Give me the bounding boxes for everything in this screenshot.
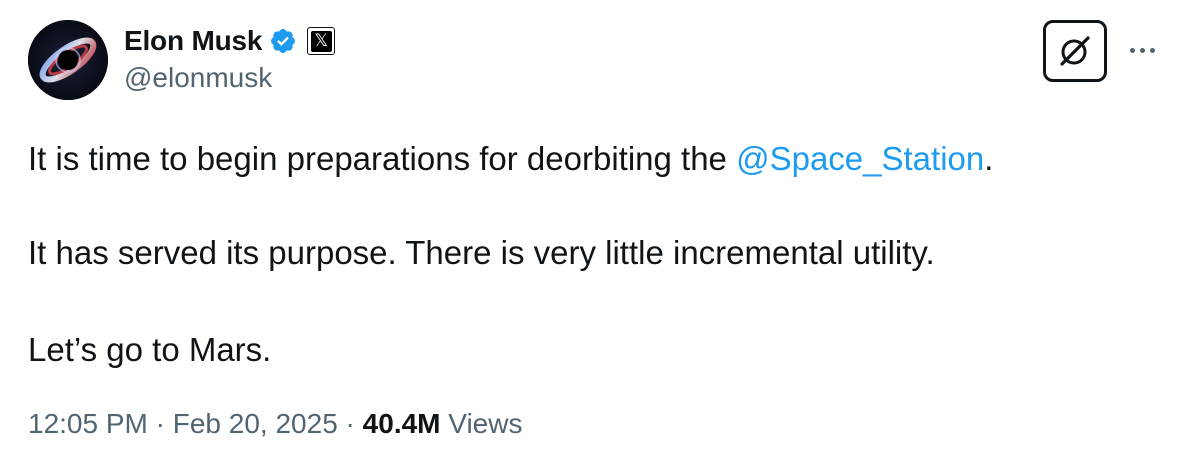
tweet-time[interactable]: 12:05 PM [28, 408, 148, 439]
x-affiliation-badge-icon[interactable]: 𝕏 [307, 27, 336, 55]
tweet-text: It is time to begin preparations for deo… [28, 140, 737, 177]
meta-separator: · [147, 408, 173, 439]
meta-separator-2: · [337, 408, 363, 439]
tweet-text-end: . [984, 140, 994, 177]
grok-button[interactable] [1043, 20, 1107, 82]
mention-link[interactable]: @Space_Station [736, 140, 984, 177]
tweet-meta: 12:05 PM · Feb 20, 2025 · 40.4M Views [28, 404, 522, 444]
more-options-button[interactable] [1122, 30, 1162, 70]
tweet-text-line-2: It has served its purpose. There is very… [28, 234, 935, 271]
tweet-card: Elon Musk 𝕏 @elonmusk It is time to begi… [0, 0, 1186, 460]
author-display-name[interactable]: Elon Musk [124, 25, 262, 57]
views-count[interactable]: 40.4M [363, 408, 441, 439]
verified-badge-icon[interactable] [269, 27, 297, 55]
author-handle[interactable]: @elonmusk [124, 62, 272, 94]
grok-icon [1060, 36, 1090, 66]
avatar[interactable] [28, 20, 108, 100]
avatar-image [28, 20, 108, 100]
tweet-text-line-3: Let’s go to Mars. [28, 331, 272, 368]
tweet-date[interactable]: Feb 20, 2025 [173, 408, 338, 439]
author-name-row: Elon Musk 𝕏 [124, 22, 336, 60]
more-icon [1129, 47, 1135, 53]
tweet-text-line-1: It is time to begin preparations for deo… [28, 137, 1148, 181]
views-label: Views [448, 408, 523, 439]
